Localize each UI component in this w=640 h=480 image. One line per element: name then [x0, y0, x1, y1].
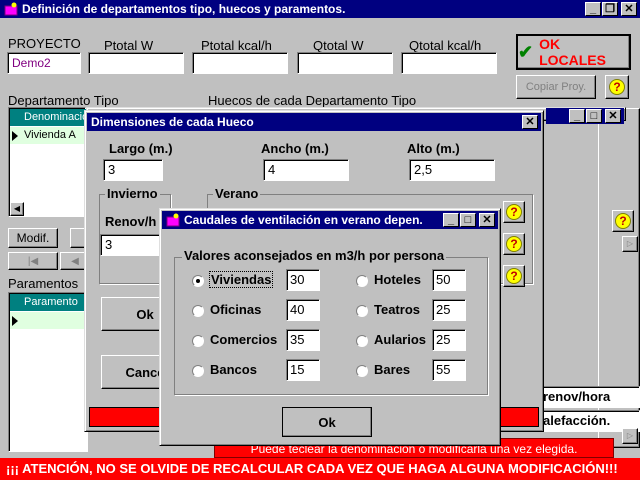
- renov-input[interactable]: 3: [100, 234, 166, 256]
- ancho-input[interactable]: 4: [263, 159, 349, 181]
- modif-button[interactable]: Modif.: [8, 228, 58, 248]
- caudales-minimize-button[interactable]: _: [443, 213, 459, 227]
- caudales-titlebar: Caudales de ventilación en verano depen.…: [162, 211, 498, 229]
- help-button-1[interactable]: ?: [503, 201, 525, 223]
- paramentos-grid[interactable]: Paramento: [8, 292, 88, 452]
- value-input-options_right-1[interactable]: 25: [432, 299, 466, 321]
- minimize-button[interactable]: _: [585, 2, 601, 16]
- radio-options_right-1[interactable]: [356, 305, 368, 317]
- qtotal-w-input[interactable]: [297, 52, 393, 74]
- radio-options_left-1[interactable]: [192, 305, 204, 317]
- help-button-main[interactable]: ?: [605, 75, 629, 99]
- renov-hora-box: renov/hora: [538, 386, 640, 408]
- row-pointer-icon: [12, 131, 18, 141]
- qtotal-kcal-input[interactable]: [401, 52, 497, 74]
- caudales-dialog: Caudales de ventilación en verano depen.…: [159, 208, 501, 446]
- grid-row-vivienda[interactable]: Vivienda A: [10, 127, 86, 144]
- radio-label-options_right-1: Teatros: [374, 302, 420, 317]
- grid-header: Denominació: [10, 109, 86, 126]
- question-icon: ?: [506, 236, 522, 252]
- invierno-label: Invierno: [105, 186, 160, 201]
- radio-options_left-0[interactable]: [192, 275, 204, 287]
- value-input-options_left-0[interactable]: 30: [286, 269, 320, 291]
- value-input-options_right-3[interactable]: 55: [432, 359, 466, 381]
- question-icon: ?: [506, 268, 522, 284]
- radio-label-options_left-3: Bancos: [210, 362, 257, 377]
- prev-record-icon: ◀: [71, 255, 79, 267]
- largo-input[interactable]: 3: [103, 159, 163, 181]
- scroll-right-button[interactable]: ▷: [622, 236, 638, 252]
- value-input-options_right-2[interactable]: 25: [432, 329, 466, 351]
- caudales-maximize-button[interactable]: □: [460, 213, 476, 227]
- help-button-2[interactable]: ?: [503, 233, 525, 255]
- radio-label-options_left-1: Oficinas: [210, 302, 262, 317]
- ptotal-w-input[interactable]: [88, 52, 184, 74]
- main-title: Definición de departamentos tipo, huecos…: [22, 2, 346, 16]
- radio-options_right-2[interactable]: [356, 335, 368, 347]
- main-titlebar: Definición de departamentos tipo, huecos…: [0, 0, 640, 18]
- close-button[interactable]: ✕: [621, 2, 637, 16]
- alto-label: Alto (m.): [407, 141, 460, 156]
- radio-label-options_left-2: Comercios: [210, 332, 278, 347]
- help-button-3[interactable]: ?: [503, 265, 525, 287]
- radio-label-options_right-0: Hoteles: [374, 272, 421, 287]
- dimensiones-close-button[interactable]: ✕: [522, 115, 538, 129]
- paramentos-label: Paramentos: [8, 276, 79, 291]
- ancho-label: Ancho (m.): [261, 141, 329, 156]
- huecos-label: Huecos de cada Departamento Tipo: [208, 93, 417, 108]
- row-pointer-icon: [12, 316, 18, 326]
- dimensiones-titlebar: Dimensiones de cada Hueco ✕: [87, 113, 541, 131]
- warning-bar: ¡¡¡ ATENCIÓN, NO SE OLVIDE DE RECALCULAR…: [0, 458, 640, 480]
- help-button-right-partial[interactable]: ?: [612, 210, 634, 232]
- huecos-maximize-button[interactable]: □: [586, 109, 602, 123]
- nav-first-button[interactable]: |◀: [8, 252, 58, 270]
- first-record-icon: |◀: [27, 255, 39, 267]
- app-icon: [166, 213, 180, 227]
- ptotal-w-label: Ptotal W: [104, 38, 154, 53]
- question-icon: ?: [506, 204, 522, 220]
- proyecto-label: PROYECTO: [8, 36, 81, 51]
- check-icon: ✔: [518, 41, 534, 62]
- value-input-options_left-2[interactable]: 35: [286, 329, 320, 351]
- alto-input[interactable]: 2,5: [409, 159, 495, 181]
- caudales-title: Caudales de ventilación en verano depen.: [184, 213, 423, 227]
- verano-label: Verano: [213, 186, 261, 201]
- radio-label-options_left-0: Viviendas: [208, 271, 274, 288]
- restore-button[interactable]: ❐: [602, 2, 618, 16]
- huecos-close-button[interactable]: ✕: [605, 109, 621, 123]
- question-icon: ?: [615, 213, 631, 229]
- value-input-options_right-0[interactable]: 50: [432, 269, 466, 291]
- paramentos-header: Paramento: [10, 294, 88, 311]
- paramentos-row[interactable]: [10, 312, 88, 329]
- qtotal-kcal-label: Qtotal kcal/h: [409, 38, 482, 53]
- largo-label: Largo (m.): [109, 141, 173, 156]
- radio-options_right-3[interactable]: [356, 365, 368, 377]
- value-input-options_left-3[interactable]: 15: [286, 359, 320, 381]
- valores-label: Valores aconsejados en m3/h por persona: [182, 248, 447, 263]
- scroll-left-button[interactable]: ◀: [10, 202, 24, 216]
- renov-label: Renov/h: [105, 214, 157, 229]
- caudales-close-button[interactable]: ✕: [479, 213, 495, 227]
- radio-options_left-2[interactable]: [192, 335, 204, 347]
- ptotal-kcal-label: Ptotal kcal/h: [201, 38, 272, 53]
- copiar-proy-button[interactable]: Copiar Proy.: [516, 75, 596, 99]
- app-icon: [4, 2, 18, 16]
- caudales-ok-button[interactable]: Ok: [282, 407, 372, 437]
- huecos-titlebar: _ □ ✕: [546, 108, 624, 124]
- huecos-minimize-button[interactable]: _: [569, 109, 585, 123]
- ptotal-kcal-input[interactable]: [192, 52, 288, 74]
- scroll-right-small[interactable]: ▷: [622, 428, 638, 444]
- radio-label-options_right-2: Aularios: [374, 332, 427, 347]
- question-icon: ?: [609, 79, 625, 95]
- radio-options_right-0[interactable]: [356, 275, 368, 287]
- radio-label-options_right-3: Bares: [374, 362, 411, 377]
- value-input-options_left-1[interactable]: 40: [286, 299, 320, 321]
- radio-options_left-3[interactable]: [192, 365, 204, 377]
- dimensiones-title: Dimensiones de cada Hueco: [91, 115, 254, 129]
- departamento-tipo-label: Departamento Tipo: [8, 93, 119, 108]
- departamento-grid[interactable]: Denominació Vivienda A ◀: [8, 107, 86, 217]
- proyecto-input[interactable]: Demo2: [7, 52, 81, 74]
- qtotal-w-label: Qtotal W: [313, 38, 364, 53]
- ok-locales-button[interactable]: ✔ OK LOCALES: [516, 34, 631, 70]
